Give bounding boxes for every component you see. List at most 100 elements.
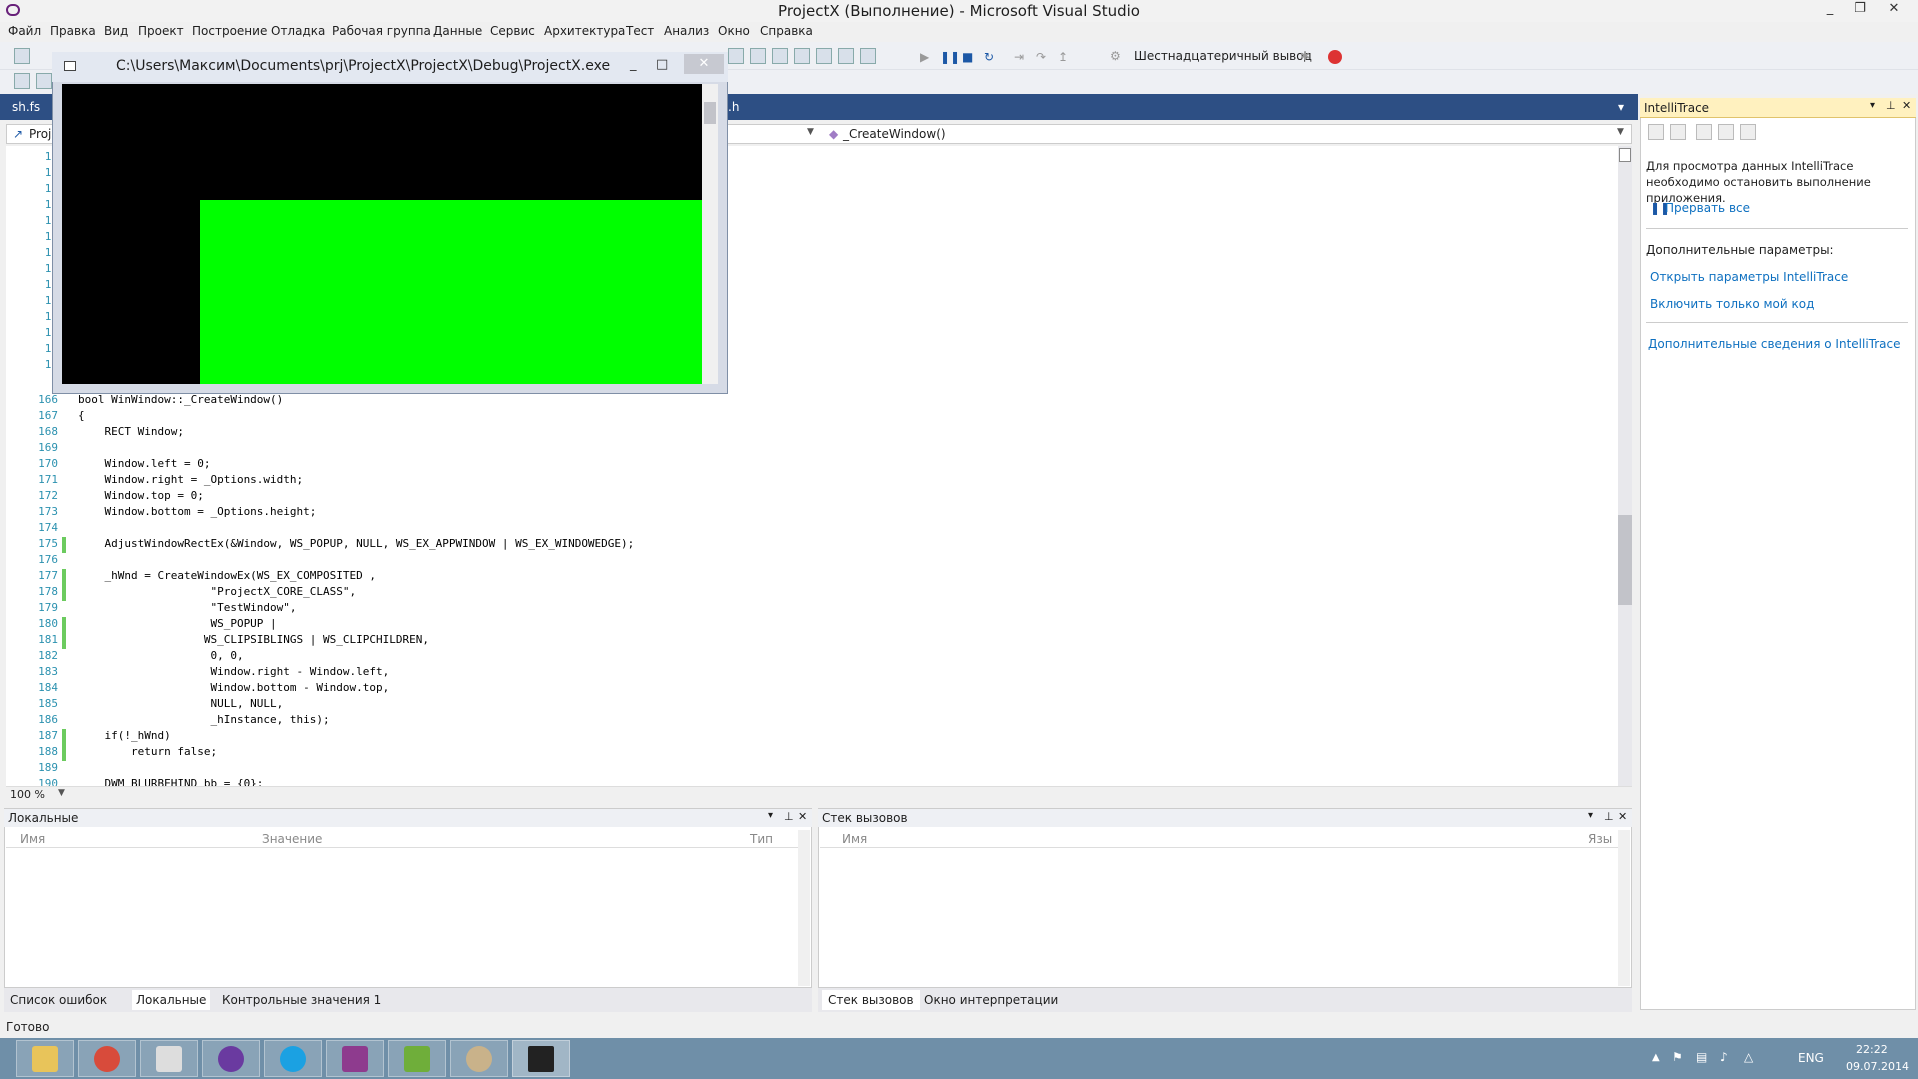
menu-tools[interactable]: Сервис — [490, 24, 535, 38]
open-log-icon[interactable] — [1696, 124, 1712, 140]
menu-build[interactable]: Построение — [192, 24, 267, 38]
function-dropdown-arrow-icon[interactable]: ▼ — [1617, 127, 1624, 137]
zoom-dropdown-icon[interactable]: ▼ — [58, 788, 65, 798]
callstack-col-name[interactable]: Имя — [842, 832, 867, 846]
step-over-icon[interactable]: ↷ — [1036, 50, 1046, 64]
scope-dropdown-arrow-icon[interactable]: ▼ — [807, 127, 814, 137]
events-view-icon[interactable] — [1648, 124, 1664, 140]
minimize-button[interactable]: _ — [1816, 0, 1844, 20]
break-all-icon[interactable]: ❚❚ — [940, 50, 960, 64]
menu-edit[interactable]: Правка — [50, 24, 96, 38]
locals-close-icon[interactable]: ✕ — [798, 810, 807, 823]
console-scrollbar[interactable] — [702, 84, 718, 384]
tab-immediate[interactable]: Окно интерпретации — [924, 993, 1058, 1007]
menu-analyze[interactable]: Анализ — [664, 24, 709, 38]
settings-icon[interactable] — [1718, 124, 1734, 140]
function-dropdown[interactable]: _CreateWindow() — [843, 127, 946, 141]
console-maximize-button[interactable]: □ — [656, 57, 668, 72]
open-params-link[interactable]: Открыть параметры IntelliTrace — [1650, 270, 1848, 284]
callstack-col-lang[interactable]: Язы — [1588, 832, 1612, 846]
menu-view[interactable]: Вид — [104, 24, 128, 38]
continue-icon[interactable]: ▶ — [920, 50, 929, 64]
memory-icon[interactable] — [860, 48, 876, 64]
show-threads-icon[interactable]: ✱ — [1300, 49, 1310, 63]
menu-file[interactable]: Файл — [8, 24, 41, 38]
clock-time[interactable]: 22:22 — [1856, 1043, 1888, 1056]
more-info-link[interactable]: Дополнительные сведения о IntelliTrace — [1648, 337, 1901, 351]
explorer-taskbar-button[interactable] — [16, 1040, 74, 1077]
modules-icon[interactable] — [816, 48, 832, 64]
calc-taskbar-button[interactable] — [140, 1040, 198, 1077]
menu-test[interactable]: Тест — [626, 24, 654, 38]
hex-output-toggle[interactable]: Шестнадцатеричный вывод — [1134, 49, 1312, 63]
callstack-scrollbar[interactable] — [1618, 830, 1630, 986]
pin-icon[interactable]: ⊥ — [1886, 99, 1896, 112]
tab-dropdown-icon[interactable]: ▾ — [1618, 100, 1624, 114]
locals-col-value[interactable]: Значение — [262, 832, 322, 846]
project-dropdown[interactable]: Proj — [29, 127, 51, 141]
solution-icon[interactable] — [14, 73, 30, 89]
language-indicator[interactable]: ENG — [1798, 1051, 1824, 1065]
just-my-code-link[interactable]: Включить только мой код — [1650, 297, 1814, 311]
breakpoints-icon[interactable] — [750, 48, 766, 64]
stop-icon[interactable]: ■ — [962, 50, 973, 64]
menu-window[interactable]: Окно — [718, 24, 750, 38]
calls-view-icon[interactable] — [1670, 124, 1686, 140]
winrar-taskbar-button[interactable] — [326, 1040, 384, 1077]
tray-drive-icon[interactable]: △ — [1744, 1050, 1753, 1064]
editor-scroll-thumb[interactable] — [1618, 515, 1632, 605]
restore-button[interactable]: ❐ — [1846, 0, 1874, 20]
menu-data[interactable]: Данные — [433, 24, 482, 38]
locals-col-type[interactable]: Тип — [750, 832, 773, 846]
class-view-icon[interactable] — [36, 73, 52, 89]
menu-team[interactable]: Рабочая группа — [332, 24, 431, 38]
new-project-icon[interactable] — [14, 48, 30, 64]
tray-network-icon[interactable]: ▤ — [1696, 1050, 1707, 1064]
tab-locals[interactable]: Локальные — [132, 990, 211, 1010]
debug-window-icon[interactable] — [728, 48, 744, 64]
restart-icon[interactable]: ↻ — [984, 50, 994, 64]
panel-close-icon[interactable]: ✕ — [1902, 99, 1911, 112]
editor-vertical-scrollbar[interactable] — [1618, 146, 1632, 786]
tab-error-list[interactable]: Список ошибок — [10, 993, 107, 1007]
locals-scrollbar[interactable] — [798, 830, 810, 986]
close-button[interactable]: ✕ — [1880, 0, 1908, 20]
clock-date[interactable]: 09.07.2014 — [1846, 1060, 1909, 1073]
refresh-icon[interactable] — [1740, 124, 1756, 140]
tab-sh-fs[interactable]: sh.fs — [12, 100, 40, 114]
callstack-pin-icon[interactable]: ⊥ — [1604, 810, 1614, 823]
chrome-taskbar-button[interactable] — [78, 1040, 136, 1077]
menu-debug[interactable]: Отладка — [271, 24, 325, 38]
callstack-close-icon[interactable]: ✕ — [1618, 810, 1627, 823]
tab-call-stack[interactable]: Стек вызовов — [822, 990, 920, 1010]
console-taskbar-button[interactable] — [512, 1040, 570, 1077]
tab-header[interactable]: .h — [728, 100, 739, 114]
editor-taskbar-button[interactable] — [388, 1040, 446, 1077]
paint-taskbar-button[interactable] — [450, 1040, 508, 1077]
locals-col-name[interactable]: Имя — [20, 832, 45, 846]
panel-menu-icon[interactable]: ▾ — [1870, 100, 1875, 111]
console-close-button[interactable]: ✕ — [684, 54, 724, 74]
callstack-menu-icon[interactable]: ▾ — [1588, 810, 1593, 821]
console-minimize-button[interactable]: _ — [630, 57, 637, 72]
console-scroll-thumb[interactable] — [704, 102, 716, 124]
step-out-icon[interactable]: ↥ — [1058, 50, 1068, 64]
split-icon[interactable] — [1619, 148, 1631, 162]
hex-icon[interactable]: ⚙ — [1110, 49, 1121, 63]
menu-architecture[interactable]: Архитектура — [544, 24, 625, 38]
menu-help[interactable]: Справка — [760, 24, 813, 38]
visual-studio-taskbar-button[interactable] — [202, 1040, 260, 1077]
watch-icon[interactable] — [772, 48, 788, 64]
break-all-link[interactable]: Прервать все — [1665, 201, 1750, 215]
tray-volume-icon[interactable]: ♪ — [1720, 1050, 1728, 1064]
locals-pin-icon[interactable]: ⊥ — [784, 810, 794, 823]
tab-watch-1[interactable]: Контрольные значения 1 — [222, 993, 381, 1007]
exception-icon[interactable] — [1328, 50, 1342, 64]
tray-expand-icon[interactable]: ▲ — [1652, 1052, 1660, 1063]
zoom-level[interactable]: 100 % — [10, 788, 45, 801]
threads-icon[interactable] — [794, 48, 810, 64]
locals-menu-icon[interactable]: ▾ — [768, 810, 773, 821]
processes-icon[interactable] — [838, 48, 854, 64]
step-into-icon[interactable]: ⇥ — [1014, 50, 1024, 64]
tray-flag-icon[interactable]: ⚑ — [1672, 1050, 1683, 1064]
